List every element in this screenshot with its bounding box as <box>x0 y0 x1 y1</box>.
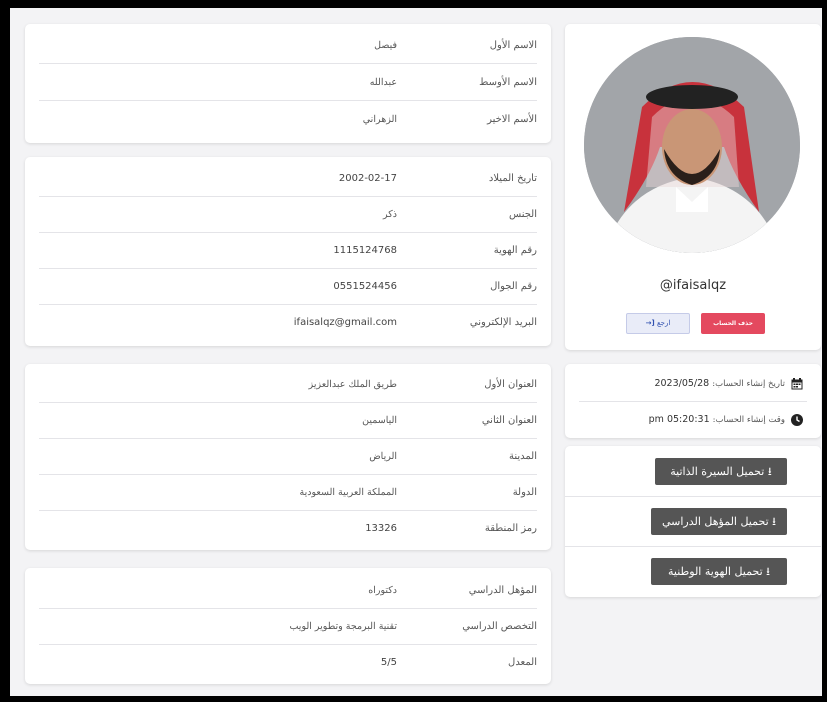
created-time-value: 05:20:31 pm <box>648 414 710 425</box>
info-row-birth-date: تاريخ الميلاد 2002-02-17 <box>39 161 537 197</box>
created-time-label: وقت إنشاء الحساب: <box>712 415 785 425</box>
profile-page: الاسم الأول فيصل الاسم الأوسط عبدالله ال… <box>10 8 822 696</box>
download-label: تحميل السيرة الذاتية <box>670 465 765 478</box>
row-value: 5/5 <box>380 657 397 668</box>
address-card: العنوان الأول طريق الملك عبدالعزيز العنو… <box>25 364 551 550</box>
delete-account-button[interactable]: حذف الحساب <box>701 313 765 334</box>
row-value: ذكر <box>383 209 397 220</box>
row-label: العنوان الثاني <box>481 415 537 426</box>
row-value: فيصل <box>374 40 397 51</box>
row-value: تقنية البرمجة وتطوير الويب <box>289 621 397 632</box>
info-row-email: البريد الإلكتروني ifaisalqz@gmail.com <box>39 305 537 341</box>
info-row-gender: الجنس ذكر <box>39 197 537 233</box>
row-label: الاسم الأول <box>489 40 537 51</box>
info-row-qualification: المؤهل الدراسي دكتوراه <box>39 573 537 609</box>
sign-in-icon: →] <box>645 319 655 327</box>
row-value: عبدالله <box>369 77 397 88</box>
row-value: 13326 <box>365 523 397 534</box>
row-value: طريق الملك عبدالعزيز <box>308 379 397 390</box>
row-label: الاسم الأوسط <box>479 77 537 88</box>
row-label: الدولة <box>512 487 537 498</box>
download-national-id-button[interactable]: ⭳ تحميل الهوية الوطنية <box>651 558 787 585</box>
info-row-major: التخصص الدراسي تقنية البرمجة وتطوير الوي… <box>39 609 537 645</box>
back-label: ارجع <box>656 319 671 327</box>
row-label: المؤهل الدراسي <box>468 585 537 596</box>
download-label: تحميل الهوية الوطنية <box>667 565 763 578</box>
info-row-middle-name: الاسم الأوسط عبدالله <box>39 65 537 101</box>
download-icon: ⭳ <box>766 565 771 578</box>
row-label: البريد الإلكتروني <box>469 317 537 328</box>
row-label: رقم الهوية <box>493 245 537 256</box>
calendar-icon <box>791 377 803 390</box>
row-value: الرياض <box>369 451 397 462</box>
download-icon: ⭳ <box>772 515 777 528</box>
personal-info-card: تاريخ الميلاد 2002-02-17 الجنس ذكر رقم ا… <box>25 157 551 346</box>
info-row-last-name: الأسم الاخير الزهراني <box>39 102 537 138</box>
info-row-postal-code: رمز المنطقة 13326 <box>39 511 537 547</box>
row-label: المعدل <box>508 657 537 668</box>
row-label: التخصص الدراسي <box>462 621 537 632</box>
education-card: المؤهل الدراسي دكتوراه التخصص الدراسي تق… <box>25 568 551 684</box>
row-label: المدينة <box>508 451 537 462</box>
divider <box>565 496 821 497</box>
download-qualification-button[interactable]: ⭳ تحميل المؤهل الدراسي <box>651 508 787 535</box>
info-row-mobile: رقم الجوال 0551524456 <box>39 269 537 305</box>
download-cv-button[interactable]: ⭳ تحميل السيرة الذاتية <box>655 458 787 485</box>
row-value: المملكة العربية السعودية <box>299 487 397 498</box>
clock-icon <box>791 413 803 426</box>
row-value: 0551524456 <box>333 281 397 292</box>
created-date-value: 2023/05/28 <box>654 378 710 389</box>
info-row-city: المدينة الرياض <box>39 439 537 475</box>
info-row-id-number: رقم الهوية 1115124768 <box>39 233 537 269</box>
back-button[interactable]: →] ارجع <box>626 313 690 334</box>
row-label: الأسم الاخير <box>487 114 537 125</box>
profile-card: @ifaisalqz →] ارجع حذف الحساب <box>565 24 821 350</box>
download-icon: ⭳ <box>767 465 772 478</box>
created-date-line: تاريخ إنشاء الحساب: 2023/05/28 <box>654 366 803 401</box>
created-time-line: وقت إنشاء الحساب: 05:20:31 pm <box>649 402 803 437</box>
divider <box>565 546 821 547</box>
row-label: تاريخ الميلاد <box>488 173 537 184</box>
names-card: الاسم الأول فيصل الاسم الأوسط عبدالله ال… <box>25 24 551 143</box>
download-label: تحميل المؤهل الدراسي <box>661 515 769 528</box>
info-row-country: الدولة المملكة العربية السعودية <box>39 475 537 511</box>
row-label: رمز المنطقة <box>484 523 537 534</box>
row-label: الجنس <box>508 209 537 220</box>
avatar <box>584 37 800 253</box>
row-value: 2002-02-17 <box>338 173 397 184</box>
row-value: دكتوراه <box>368 585 397 596</box>
downloads-card: ⭳ تحميل السيرة الذاتية ⭳ تحميل المؤهل ال… <box>565 446 821 597</box>
row-value: الزهراني <box>362 114 397 125</box>
row-value: 1115124768 <box>333 245 397 256</box>
info-row-address-2: العنوان الثاني الياسمين <box>39 403 537 439</box>
account-dates-card: تاريخ إنشاء الحساب: 2023/05/28 وقت إنشاء… <box>565 364 821 438</box>
info-row-address-1: العنوان الأول طريق الملك عبدالعزيز <box>39 367 537 403</box>
row-value: الياسمين <box>362 415 397 426</box>
info-row-gpa: المعدل 5/5 <box>39 645 537 681</box>
username: @ifaisalqz <box>659 278 727 293</box>
row-value: ifaisalqz@gmail.com <box>293 317 397 328</box>
row-label: رقم الجوال <box>490 281 537 292</box>
created-date-label: تاريخ إنشاء الحساب: <box>712 379 785 389</box>
info-row-first-name: الاسم الأول فيصل <box>39 28 537 64</box>
row-label: العنوان الأول <box>484 379 537 390</box>
